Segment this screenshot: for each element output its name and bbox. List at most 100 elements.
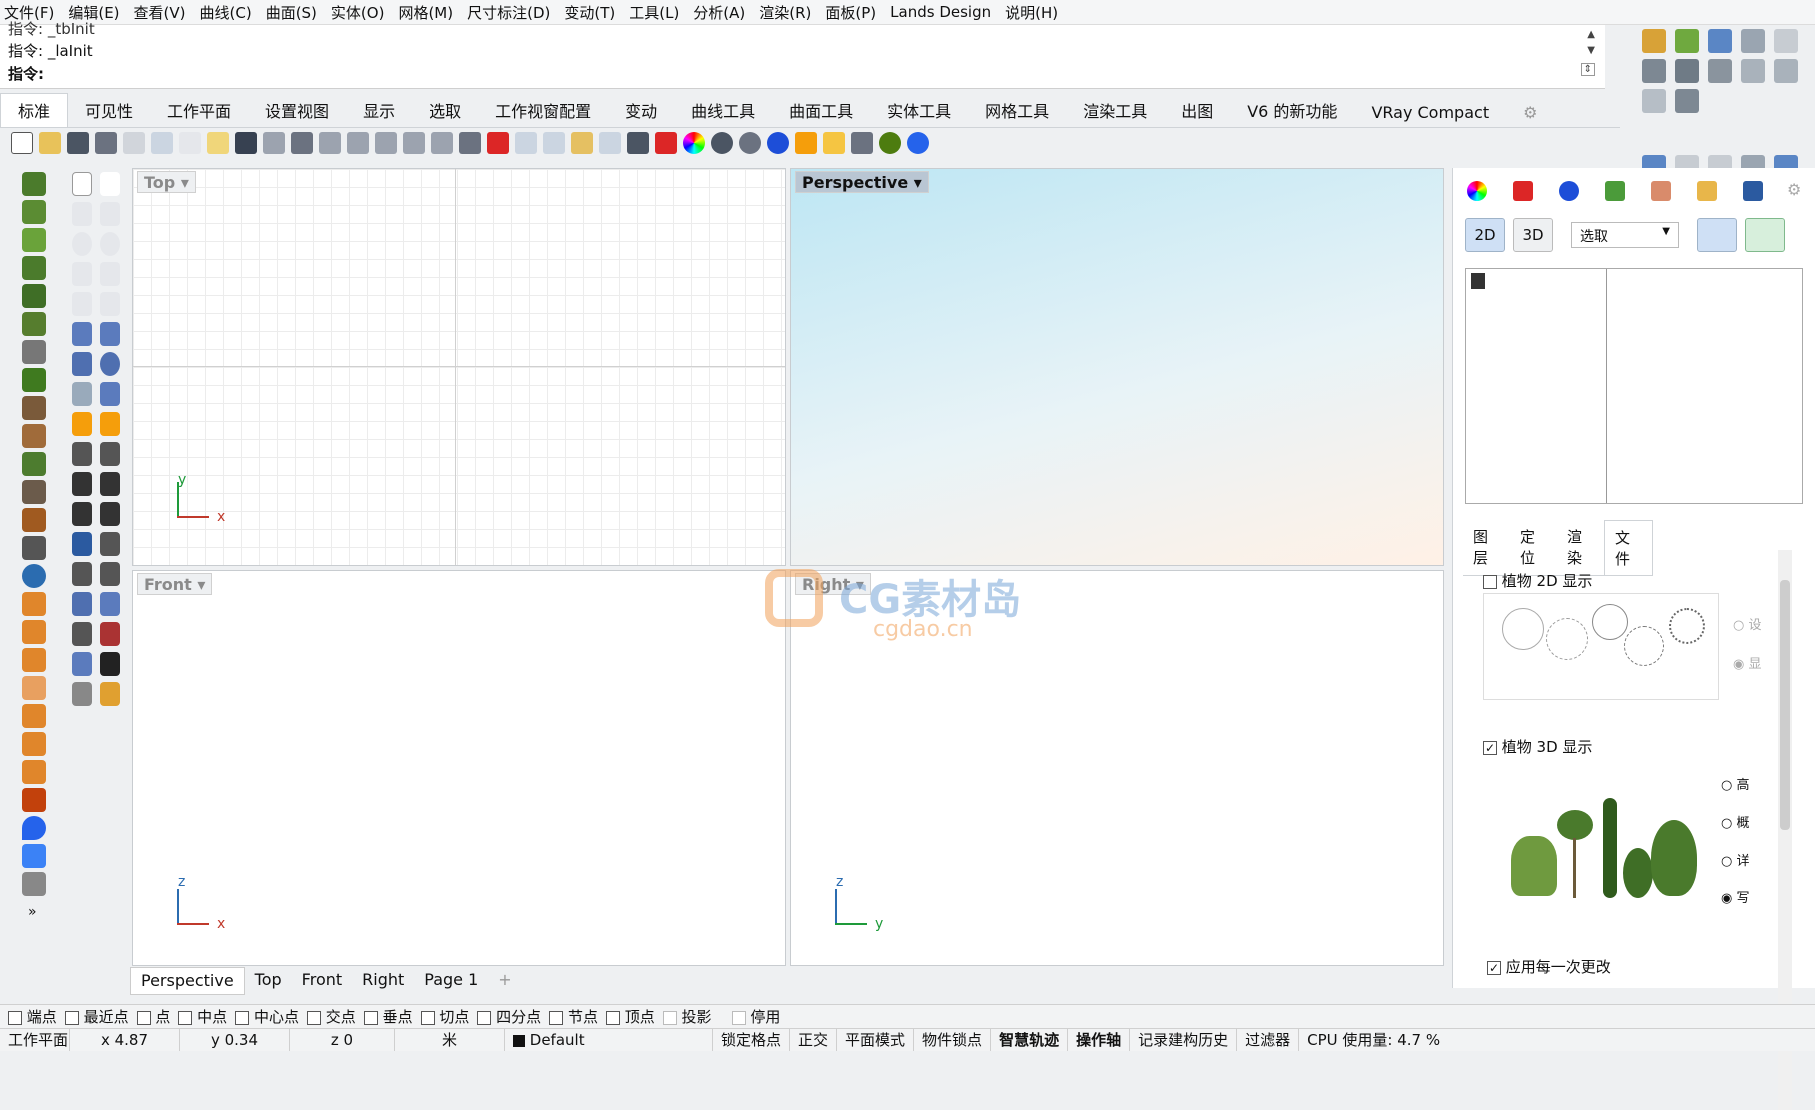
chat-icon[interactable] bbox=[1642, 89, 1666, 113]
material-icon[interactable] bbox=[655, 132, 677, 154]
camera-icon[interactable] bbox=[1774, 29, 1799, 53]
radio-2d-option[interactable]: ◉ 显 bbox=[1733, 653, 1762, 672]
vtab-front[interactable]: Front bbox=[292, 967, 352, 995]
status-cplane[interactable]: 工作平面 bbox=[0, 1029, 70, 1051]
status-smarttrack[interactable]: 智慧轨迹 bbox=[991, 1029, 1069, 1051]
menu-view[interactable]: 查看(V) bbox=[134, 2, 186, 23]
zoom-extents-icon[interactable] bbox=[375, 132, 397, 154]
tab-drafting[interactable]: 出图 bbox=[1164, 94, 1230, 127]
mirror-icon[interactable] bbox=[100, 562, 120, 586]
menu-render[interactable]: 渲染(R) bbox=[759, 2, 811, 23]
tab-cplanes[interactable]: 工作平面 bbox=[150, 94, 248, 127]
text-icon[interactable] bbox=[72, 532, 92, 556]
chevron-down-icon[interactable]: ▾ bbox=[181, 173, 189, 192]
menu-lands-design[interactable]: Lands Design bbox=[890, 3, 991, 21]
fillet-icon[interactable] bbox=[100, 292, 120, 316]
status-ortho[interactable]: 正交 bbox=[790, 1029, 838, 1051]
wall-icon[interactable] bbox=[22, 480, 46, 504]
polyline-icon[interactable] bbox=[72, 202, 92, 226]
pipe-icon[interactable] bbox=[1642, 59, 1666, 83]
scroll-down-icon[interactable]: ▼ bbox=[1587, 45, 1595, 56]
options-gear-icon[interactable] bbox=[823, 132, 845, 154]
group-icon[interactable] bbox=[72, 562, 92, 586]
viewport-label[interactable]: Perspective ▾ bbox=[795, 171, 929, 193]
mesh-icon[interactable] bbox=[100, 382, 120, 406]
help-icon[interactable] bbox=[907, 132, 929, 154]
lines-icon[interactable] bbox=[1741, 59, 1766, 83]
panel-tab-file[interactable]: 文件 bbox=[1604, 520, 1653, 575]
plant2d-row[interactable]: 植物 2D 显示 bbox=[1483, 570, 1592, 591]
dimension-icon[interactable] bbox=[100, 592, 120, 616]
snap-knot[interactable]: 节点 bbox=[549, 1006, 598, 1027]
menu-transform[interactable]: 变动(T) bbox=[564, 2, 615, 23]
check-icon[interactable] bbox=[100, 652, 120, 676]
menu-panels[interactable]: 面板(P) bbox=[825, 2, 876, 23]
terrain-mountain2-icon[interactable] bbox=[22, 620, 46, 644]
fence-icon[interactable] bbox=[22, 396, 46, 420]
hedge-icon[interactable] bbox=[22, 256, 46, 280]
vtab-right[interactable]: Right bbox=[352, 967, 414, 995]
viewport-perspective[interactable]: Perspective ▾ bbox=[790, 168, 1444, 566]
menu-curve[interactable]: 曲线(C) bbox=[200, 2, 252, 23]
elevation-icon[interactable] bbox=[22, 536, 46, 560]
snap-disable[interactable]: 停用 bbox=[731, 1006, 780, 1027]
snap-mid[interactable]: 中点 bbox=[178, 1006, 227, 1027]
layout-icon[interactable] bbox=[72, 652, 92, 676]
sphere-icon[interactable] bbox=[100, 352, 120, 376]
chevron-down-icon[interactable]: ▾ bbox=[914, 173, 922, 192]
snap-intersection[interactable]: 交点 bbox=[306, 1006, 356, 1027]
help-panel-icon[interactable] bbox=[1743, 181, 1763, 201]
surface-icon[interactable] bbox=[72, 322, 92, 346]
tab-new-in-v6[interactable]: V6 的新功能 bbox=[1230, 94, 1354, 127]
scale-icon[interactable] bbox=[100, 532, 120, 556]
terrain-icon[interactable] bbox=[22, 340, 46, 364]
grid-icon[interactable] bbox=[1675, 89, 1700, 113]
select-dropdown[interactable]: 选取 ▼ bbox=[1571, 222, 1679, 248]
panel-tab-position[interactable]: 定位 bbox=[1510, 520, 1557, 575]
vtab-top[interactable]: Top bbox=[245, 967, 292, 995]
copy-icon[interactable] bbox=[179, 132, 201, 154]
car-icon[interactable] bbox=[487, 132, 509, 154]
pointer-icon[interactable] bbox=[72, 172, 92, 196]
viewport-front[interactable]: Front ▾ z x bbox=[132, 570, 786, 966]
cplane-icon[interactable] bbox=[515, 132, 537, 154]
checkbox-checked[interactable]: ✓ bbox=[1487, 960, 1501, 975]
trim-icon[interactable] bbox=[72, 442, 92, 466]
menu-solid[interactable]: 实体(O) bbox=[331, 2, 385, 23]
menu-tools[interactable]: 工具(L) bbox=[629, 2, 679, 23]
zoom-selected-icon[interactable] bbox=[403, 132, 425, 154]
circle-icon[interactable] bbox=[72, 232, 92, 256]
terrain-mountain3-icon[interactable] bbox=[22, 648, 46, 672]
truck-icon[interactable] bbox=[22, 788, 46, 812]
menu-dimension[interactable]: 尺寸标注(D) bbox=[467, 2, 550, 23]
tab-surface-tools[interactable]: 曲面工具 bbox=[772, 94, 870, 127]
plant-tool-button[interactable] bbox=[1697, 218, 1737, 252]
color-icon[interactable] bbox=[1467, 181, 1487, 201]
status-grid-snap[interactable]: 锁定格点 bbox=[713, 1029, 791, 1051]
irrigation-icon[interactable] bbox=[22, 844, 46, 868]
render-icon[interactable] bbox=[100, 682, 120, 706]
rendered-sphere-icon[interactable] bbox=[767, 132, 789, 154]
arc-icon[interactable] bbox=[72, 262, 92, 286]
paste-icon[interactable] bbox=[207, 132, 229, 154]
terrain-edit3-icon[interactable] bbox=[22, 760, 46, 784]
plant-library-icon[interactable] bbox=[1605, 181, 1625, 201]
tab-visibility[interactable]: 可见性 bbox=[68, 94, 150, 127]
terrain-edit2-icon[interactable] bbox=[22, 732, 46, 756]
snap-point[interactable]: 点 bbox=[136, 1006, 170, 1027]
save-icon[interactable] bbox=[67, 132, 89, 154]
explode-icon[interactable] bbox=[72, 412, 92, 436]
boolean-icon[interactable] bbox=[72, 472, 92, 496]
box-icon[interactable] bbox=[72, 352, 92, 376]
panel-tab-layers[interactable]: 图层 bbox=[1463, 520, 1510, 575]
open-folder-icon[interactable] bbox=[39, 132, 61, 154]
tab-standard[interactable]: 标准 bbox=[0, 93, 69, 127]
terrain-flat-icon[interactable] bbox=[22, 676, 46, 700]
cylinder-icon[interactable] bbox=[72, 382, 92, 406]
status-osnap[interactable]: 物件锁点 bbox=[914, 1029, 992, 1051]
extend-icon[interactable] bbox=[100, 442, 120, 466]
light-icon[interactable] bbox=[1741, 29, 1766, 53]
tab-transform[interactable]: 变动 bbox=[608, 94, 674, 127]
menu-analyze[interactable]: 分析(A) bbox=[693, 2, 745, 23]
undo-view-icon[interactable] bbox=[431, 132, 453, 154]
